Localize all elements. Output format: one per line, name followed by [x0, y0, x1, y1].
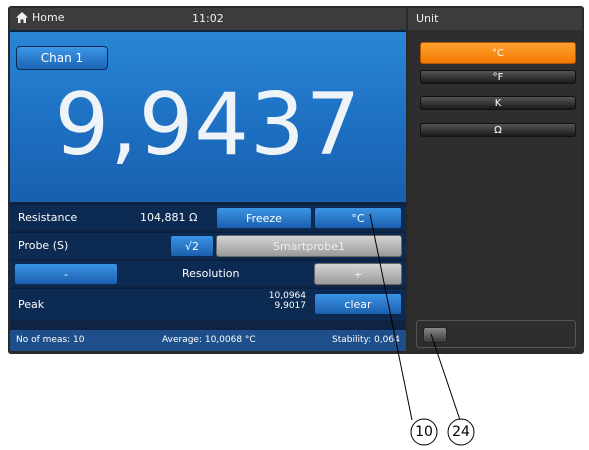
- peak-label: Peak: [18, 298, 45, 311]
- unit-option-fahrenheit[interactable]: °F: [420, 70, 576, 84]
- freeze-button[interactable]: Freeze: [216, 207, 312, 229]
- device-screen: Home 11:02 Chan 1 9,9437 Resistance 104,…: [8, 6, 584, 354]
- unit-panel-title: Unit: [408, 8, 582, 30]
- callout-label-10: 10: [415, 424, 433, 440]
- unit-option-ohm[interactable]: Ω: [420, 123, 576, 137]
- scroll-button[interactable]: [423, 327, 447, 343]
- stability-value: Stability: 0,064: [332, 335, 400, 345]
- probe-select-button[interactable]: Smartprobe1: [216, 235, 402, 257]
- resolution-row: - Resolution +: [10, 260, 406, 286]
- callout-label-24: 24: [452, 424, 470, 440]
- resistance-value: 104,881 Ω: [140, 211, 198, 224]
- home-icon: [16, 12, 28, 23]
- measurement-count: No of meas: 10: [16, 335, 85, 345]
- resistance-row: Resistance 104,881 Ω Freeze °C: [10, 204, 406, 230]
- resolution-decrease-button[interactable]: -: [14, 263, 118, 285]
- top-bar: Home 11:02: [10, 8, 406, 30]
- unit-panel: Unit °C °F K Ω: [408, 8, 582, 351]
- bottom-control-box: [416, 320, 576, 348]
- resolution-increase-button[interactable]: +: [314, 263, 402, 285]
- channel-button[interactable]: Chan 1: [16, 46, 108, 70]
- resolution-label: Resolution: [182, 267, 240, 280]
- unit-option-kelvin[interactable]: K: [420, 96, 576, 110]
- unit-option-celsius[interactable]: °C: [420, 42, 576, 64]
- peak-row: Peak 10,0964 9,9017 clear: [10, 288, 406, 320]
- peak-min: 9,9017: [274, 301, 307, 311]
- average-value: Average: 10,0068 °C: [162, 335, 256, 345]
- reading-area: Chan 1 9,9437: [10, 32, 406, 202]
- peak-max: 10,0964: [268, 291, 306, 301]
- clear-button[interactable]: clear: [314, 293, 402, 315]
- clock: 11:02: [192, 12, 224, 25]
- peak-values: 10,0964 9,9017: [240, 291, 306, 311]
- unit-button[interactable]: °C: [314, 207, 402, 229]
- resistance-label: Resistance: [18, 211, 78, 224]
- measurement-panel: Home 11:02 Chan 1 9,9437 Resistance 104,…: [10, 8, 406, 351]
- sqrt-button[interactable]: √2: [170, 235, 214, 257]
- home-label: Home: [32, 11, 65, 24]
- status-bar: No of meas: 10 Average: 10,0068 °C Stabi…: [10, 330, 406, 351]
- probe-label: Probe (S): [18, 239, 69, 252]
- home-button[interactable]: Home: [16, 11, 64, 24]
- main-reading: 9,9437: [54, 75, 362, 175]
- probe-row: Probe (S) √2 Smartprobe1: [10, 232, 406, 258]
